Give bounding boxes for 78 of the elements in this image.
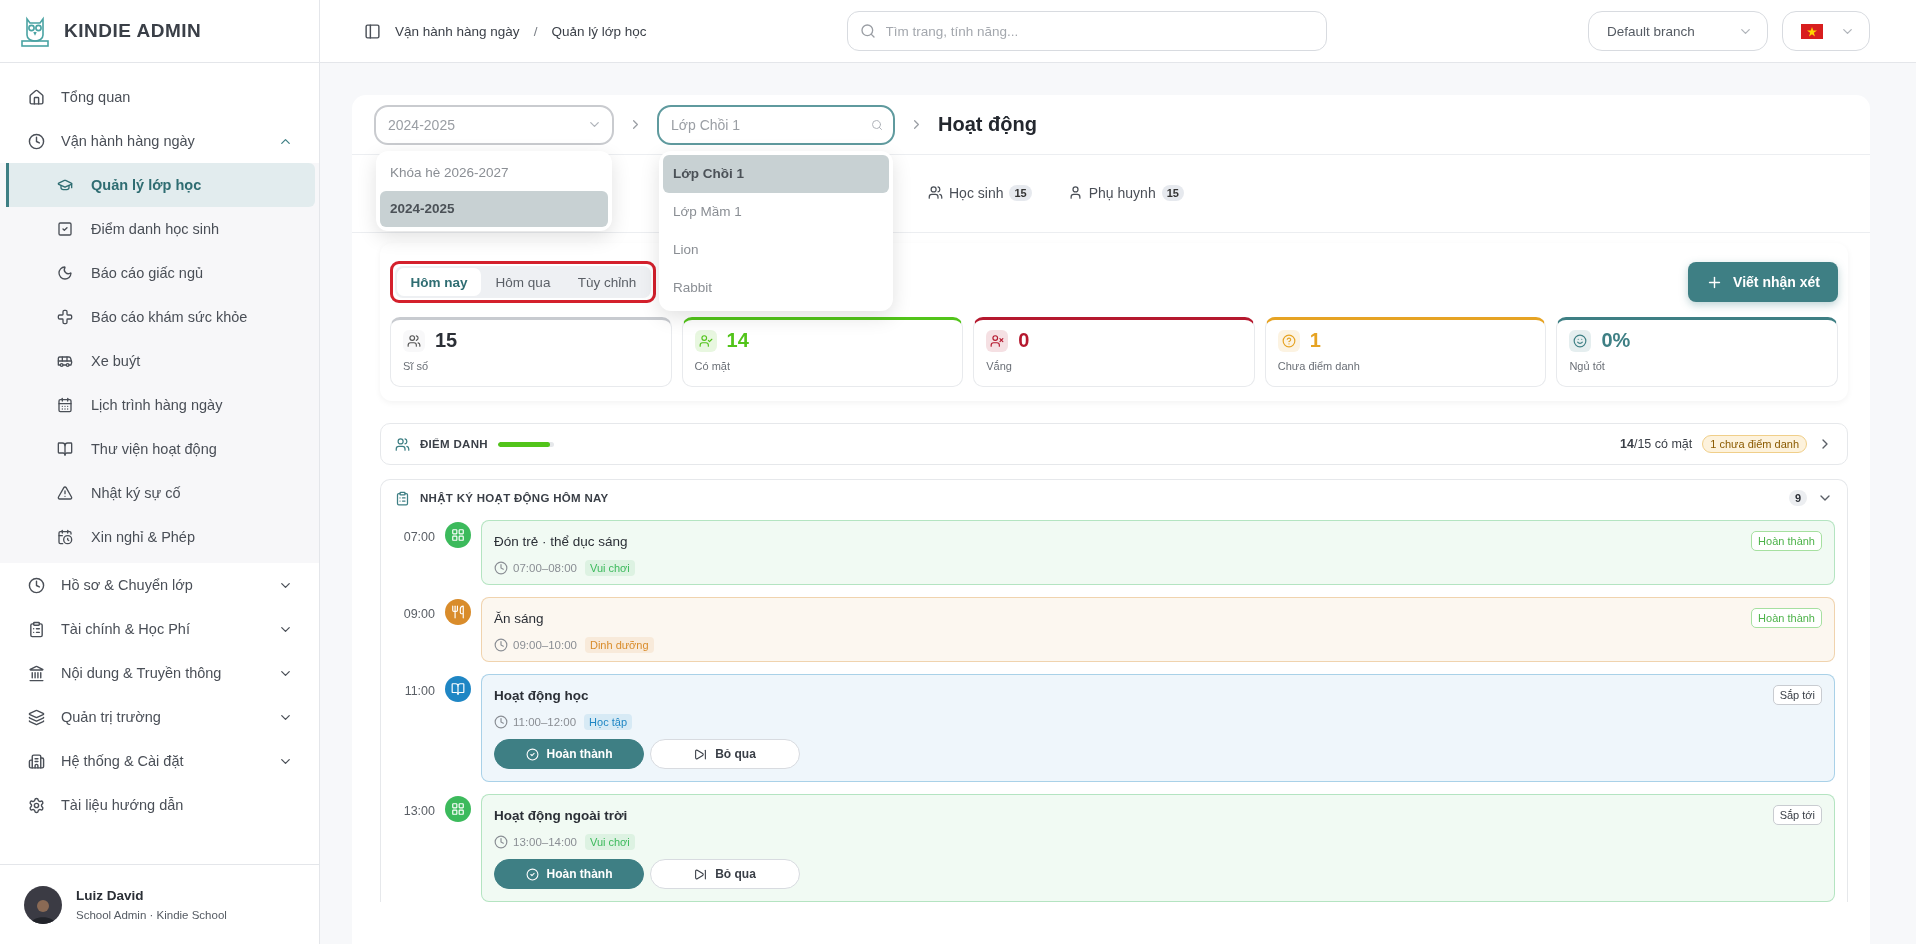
status-badge: Sắp tới [1772, 805, 1822, 825]
nav-subitem[interactable]: Nhật ký sự cố [6, 471, 315, 515]
entry-time: 07:00 [402, 529, 435, 546]
tab[interactable]: Học sinh 15 [928, 178, 1032, 209]
stat-value: 0 [1018, 329, 1030, 352]
breadcrumb-current: Quản lý lớp học [551, 23, 647, 39]
entry-time: 13:00 [402, 803, 435, 820]
breadcrumb-separator: / [533, 23, 538, 39]
dropdown-option[interactable]: 2024-2025 [380, 190, 608, 227]
nav-subitem[interactable]: Điểm danh học sinh [6, 207, 315, 251]
stat-label: Vắng [986, 360, 1013, 372]
pending-badge: 1 chưa điểm danh [1702, 435, 1807, 453]
activity-title: Đón trẻ · thể dục sáng [494, 533, 628, 549]
stat-label: Chưa điểm danh [1277, 360, 1361, 372]
nav-subitem[interactable]: Xin nghỉ & Phép [6, 515, 315, 559]
year-select[interactable]: 2024-2025 [374, 104, 614, 145]
day-filter-tab[interactable]: Hôm nay [397, 268, 481, 296]
activity-title: Hoạt động học [494, 687, 589, 703]
page-title: Hoạt động [938, 113, 1037, 136]
nav-subitem[interactable]: Thư viện hoạt động [6, 427, 315, 471]
status-badge: Sắp tới [1772, 685, 1822, 705]
stat-label: Ngủ tốt [1569, 360, 1606, 372]
stat-value: 1 [1309, 329, 1321, 352]
category-tag: Học tập [584, 714, 633, 730]
user-name: Luiz David [76, 888, 145, 903]
stat-value: 0% [1601, 329, 1631, 352]
nav-item[interactable]: Tổng quan [0, 75, 319, 119]
nav-subitem[interactable]: Xe buýt [6, 339, 315, 383]
stat-label: Sĩ số [403, 360, 430, 372]
brand-name: KINDIE ADMIN [64, 20, 202, 42]
nav-item[interactable]: Hồ sơ & Chuyển lớp [0, 563, 319, 607]
nav-item[interactable]: Hệ thống & Cài đặt [0, 739, 319, 783]
class-search-field[interactable]: Lớp Chồi 1 [657, 104, 895, 145]
attendance-bar[interactable]: ĐIỂM DANH 14/15 có mặt 1 chưa điểm danh [380, 423, 1848, 465]
section-title: NHẬT KÝ HOẠT ĐỘNG HÔM NAY [420, 492, 609, 504]
user-role: School Admin · Kindie School [76, 909, 227, 921]
nav-item[interactable]: Vận hành hàng ngày [0, 119, 319, 163]
count-badge: 9 [1788, 490, 1807, 506]
nav-subitem[interactable]: Báo cáo khám sức khỏe [6, 295, 315, 339]
nav-subitem[interactable]: Quản lý lớp học [6, 163, 315, 207]
category-tag: Dinh dưỡng [584, 637, 654, 653]
activity-duration: 13:00–14:00 [494, 835, 577, 849]
category-tag: Vui chơi [584, 834, 635, 850]
attendance-count: 14/15 có mặt [1620, 437, 1693, 451]
activity-title: Hoạt động ngoài trời [494, 807, 628, 823]
nav-subitem[interactable]: Báo cáo giấc ngủ [6, 251, 315, 295]
write-comment-button[interactable]: Viết nhận xét [1688, 262, 1838, 302]
complete-button[interactable]: Hoàn thành [494, 739, 644, 769]
section-title: ĐIỂM DANH [420, 438, 488, 450]
stat-label: Có mặt [694, 360, 732, 372]
search-field[interactable]: Tìm trang, tính năng... [846, 11, 1327, 51]
nav-item[interactable]: Tài liệu hướng dẫn [0, 783, 319, 827]
status-badge: Hoàn thành [1751, 608, 1822, 628]
count-badge: 15 [1161, 184, 1184, 201]
breadcrumb-link[interactable]: Vận hành hàng ngày [395, 23, 520, 39]
day-filter-tab[interactable]: Hôm qua [481, 268, 565, 296]
count-badge: 15 [1009, 184, 1032, 201]
nav-subitem[interactable]: Lịch trình hàng ngày [6, 383, 315, 427]
tab[interactable]: Phụ huynh 15 [1067, 178, 1184, 209]
status-badge: Hoàn thành [1751, 531, 1822, 551]
activity-duration: 11:00–12:00 [494, 715, 577, 729]
activity-duration: 07:00–08:00 [494, 561, 577, 575]
entry-time: 09:00 [402, 606, 435, 623]
skip-button[interactable]: Bỏ qua [650, 859, 800, 889]
branch-select[interactable]: Default branch [1588, 11, 1768, 51]
activity-duration: 09:00–10:00 [494, 638, 577, 652]
dropdown-option[interactable]: Lớp Chồi 1 [663, 154, 889, 193]
nav-item[interactable]: Quản trị trường [0, 695, 319, 739]
nav-item[interactable]: Nội dung & Truyền thông [0, 651, 319, 695]
complete-button[interactable]: Hoàn thành [494, 859, 644, 889]
day-filter-tab[interactable]: Tùy chỉnh [565, 268, 649, 296]
stat-value: 14 [726, 329, 749, 352]
nav-item[interactable]: Tài chính & Học Phí [0, 607, 319, 651]
category-tag: Vui chơi [584, 560, 635, 576]
skip-button[interactable]: Bỏ qua [650, 739, 800, 769]
entry-time: 11:00 [403, 683, 435, 700]
activity-title: Ăn sáng [494, 610, 544, 626]
stat-value: 15 [435, 329, 458, 352]
